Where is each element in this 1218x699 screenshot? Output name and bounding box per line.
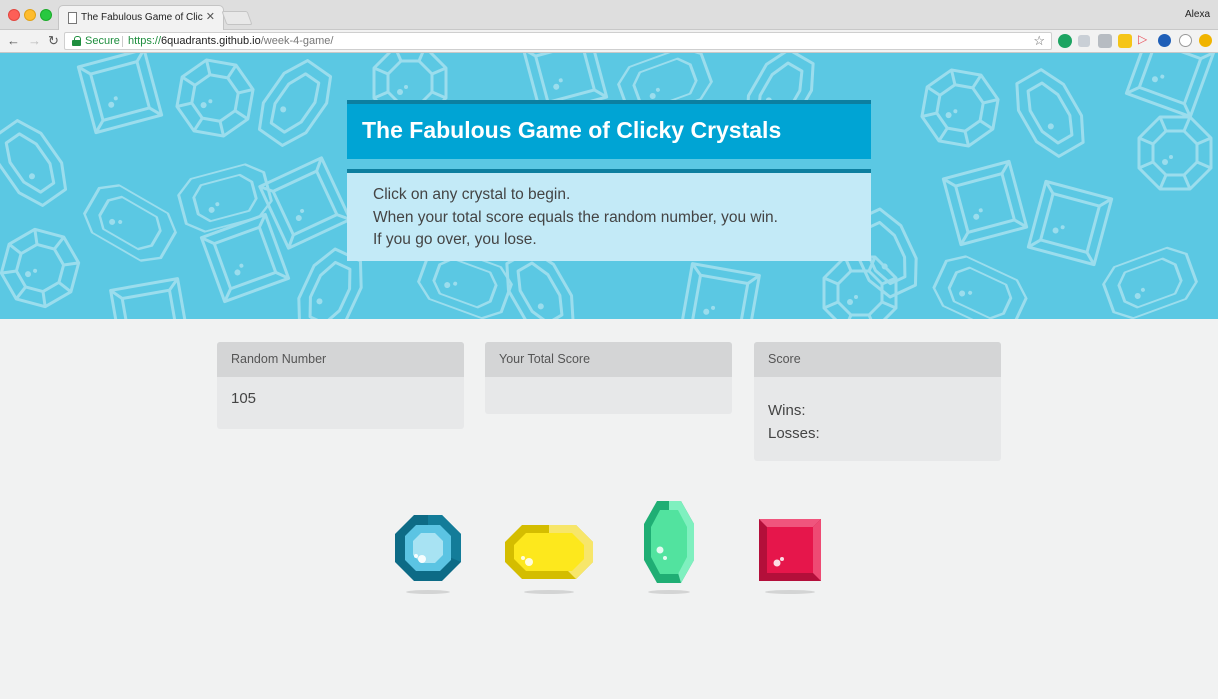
- address-divider: [122, 36, 123, 47]
- crystal-shadow: [406, 590, 450, 594]
- total-score-heading: Your Total Score: [485, 342, 732, 377]
- wins-label: Wins:: [768, 402, 806, 419]
- document-icon: [68, 12, 77, 24]
- tab-title: The Fabulous Game of Clicky C: [81, 12, 203, 23]
- back-arrow-icon[interactable]: ←: [7, 33, 20, 48]
- score-body: Wins: Losses:: [754, 377, 1001, 458]
- extension-icon[interactable]: [1179, 34, 1192, 47]
- total-score-panel: Your Total Score: [485, 342, 732, 414]
- url-path: /week-4-game/: [260, 35, 334, 47]
- random-number-panel: Random Number 105: [217, 342, 464, 429]
- red-crystal-button[interactable]: [758, 518, 822, 582]
- secure-label: Secure: [85, 35, 120, 47]
- profile-name[interactable]: Alexa: [1185, 9, 1210, 20]
- browser-toolbar: ← → ↻ Secure https://6quadrants.github.i…: [0, 30, 1218, 53]
- instructions-box: Click on any crystal to begin. When your…: [347, 173, 871, 261]
- address-bar[interactable]: Secure https://6quadrants.github.io/week…: [64, 32, 1052, 50]
- lock-icon: [72, 36, 81, 46]
- extension-icon[interactable]: [1118, 34, 1132, 48]
- close-window-button[interactable]: [8, 9, 20, 21]
- new-tab-button[interactable]: [221, 11, 253, 25]
- forward-arrow-icon[interactable]: →: [28, 33, 41, 48]
- score-heading: Score: [754, 342, 1001, 377]
- score-panel: Score Wins: Losses:: [754, 342, 1001, 461]
- play-icon[interactable]: ▷: [1138, 32, 1152, 46]
- title-bar: The Fabulous Game of Clicky Crystals: [347, 100, 871, 159]
- dropbox-icon[interactable]: [1078, 35, 1090, 47]
- url-scheme: https://: [128, 35, 162, 47]
- losses-label: Losses:: [768, 425, 820, 442]
- total-score-value: [485, 377, 732, 403]
- extension-icon[interactable]: [1199, 34, 1212, 47]
- extension-icon[interactable]: [1058, 34, 1072, 48]
- minimize-window-button[interactable]: [24, 9, 36, 21]
- reload-icon[interactable]: ↻: [48, 33, 59, 49]
- crystal-shadow: [648, 590, 690, 594]
- extension-icon[interactable]: [1158, 34, 1171, 47]
- instruction-line: When your total score equals the random …: [373, 208, 778, 226]
- crystal-shadow: [524, 590, 574, 594]
- blue-crystal-button[interactable]: [394, 514, 462, 582]
- yellow-crystal-button[interactable]: [504, 524, 594, 580]
- browser-tab[interactable]: The Fabulous Game of Clicky C ✕: [58, 5, 224, 31]
- bookmark-star-icon[interactable]: ☆: [1033, 33, 1045, 49]
- extension-icon[interactable]: [1098, 34, 1112, 48]
- instruction-line: Click on any crystal to begin.: [373, 186, 571, 203]
- random-number-heading: Random Number: [217, 342, 464, 377]
- url-host: 6quadrants.github.io: [161, 35, 261, 47]
- page-title: The Fabulous Game of Clicky Crystals: [362, 117, 782, 143]
- maximize-window-button[interactable]: [40, 9, 52, 21]
- random-number-value: 105: [231, 390, 257, 407]
- browser-tab-bar: The Fabulous Game of Clicky C ✕ Alexa: [0, 0, 1218, 31]
- url-text[interactable]: https://6quadrants.github.io/week-4-game…: [128, 35, 333, 47]
- close-tab-icon[interactable]: ✕: [206, 10, 215, 23]
- crystal-shadow: [765, 590, 815, 594]
- green-crystal-button[interactable]: [643, 500, 695, 584]
- instruction-line: If you go over, you lose.: [373, 231, 537, 248]
